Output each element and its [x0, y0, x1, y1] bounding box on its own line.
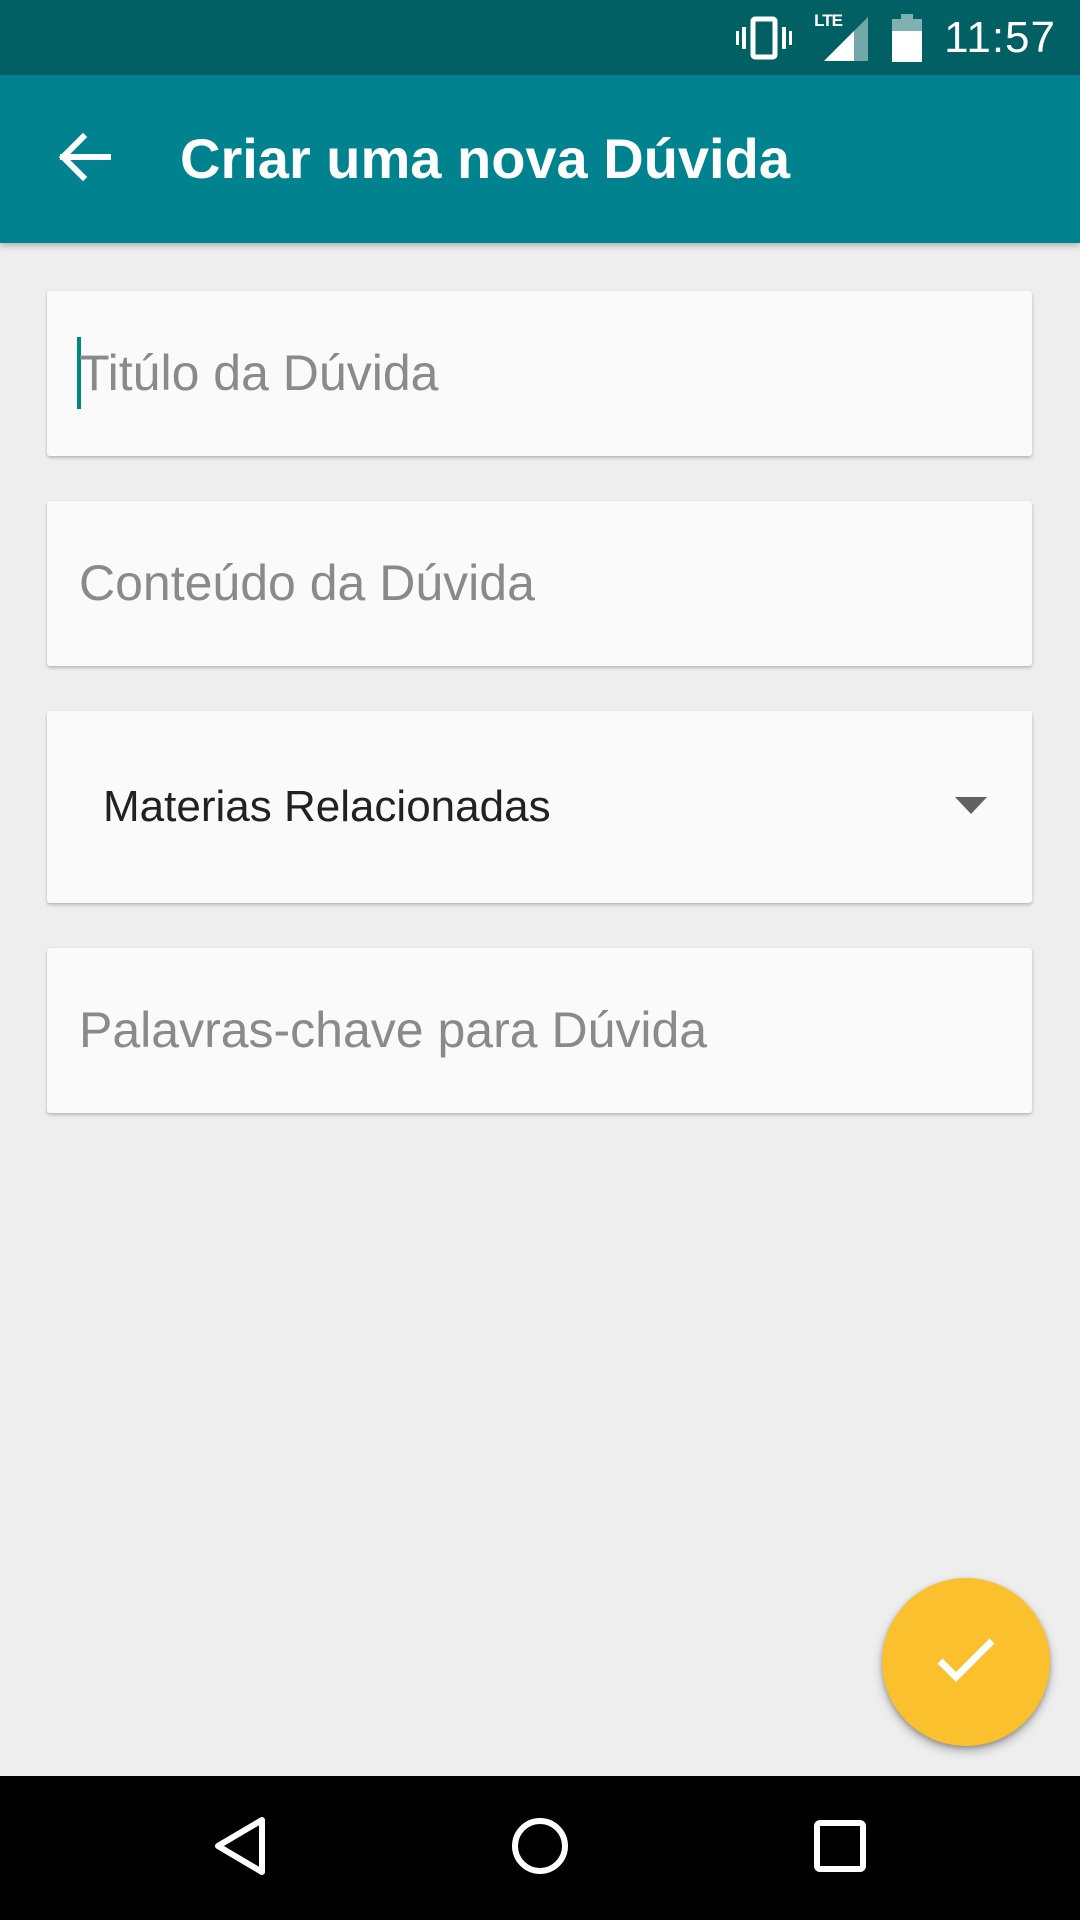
- page-title: Criar uma nova Dúvida: [180, 127, 790, 190]
- status-bar: LTE 11:57: [0, 0, 1080, 75]
- status-icons: LTE 11:57: [736, 0, 1056, 75]
- dropdown-arrow-icon: [955, 797, 987, 814]
- battery-icon: [892, 13, 923, 62]
- confirm-fab-button[interactable]: [882, 1578, 1050, 1746]
- title-field[interactable]: Titúlo da Dúvida: [47, 291, 1032, 456]
- content-field[interactable]: Conteúdo da Dúvida: [47, 501, 1032, 666]
- home-circle-icon: [510, 1816, 570, 1881]
- app-bar: Criar uma nova Dúvida: [0, 75, 1080, 243]
- status-time: 11:57: [944, 12, 1056, 62]
- subjects-dropdown[interactable]: Materias Relacionadas: [47, 711, 1032, 903]
- check-icon: [936, 1637, 996, 1688]
- navigation-bar: [0, 1776, 1080, 1920]
- vibrate-icon: [736, 16, 793, 60]
- screen: LTE 11:57 Criar uma nova Dúvida Titúlo d…: [0, 0, 1080, 1920]
- subjects-dropdown-value: Materias Relacionadas: [103, 782, 551, 831]
- arrow-back-icon: [58, 132, 112, 186]
- back-triangle-icon: [212, 1816, 268, 1881]
- content-field-placeholder: Conteúdo da Dúvida: [79, 555, 535, 611]
- nav-recents-button[interactable]: [760, 1776, 920, 1920]
- back-button[interactable]: [40, 119, 130, 199]
- nav-home-button[interactable]: [460, 1776, 620, 1920]
- keywords-field[interactable]: Palavras-chave para Dúvida: [47, 948, 1032, 1113]
- recents-square-icon: [813, 1819, 867, 1878]
- keywords-field-placeholder: Palavras-chave para Dúvida: [79, 1002, 708, 1058]
- nav-back-button[interactable]: [160, 1776, 320, 1920]
- title-field-placeholder: Titúlo da Dúvida: [79, 345, 439, 401]
- signal-icon: LTE: [814, 11, 870, 63]
